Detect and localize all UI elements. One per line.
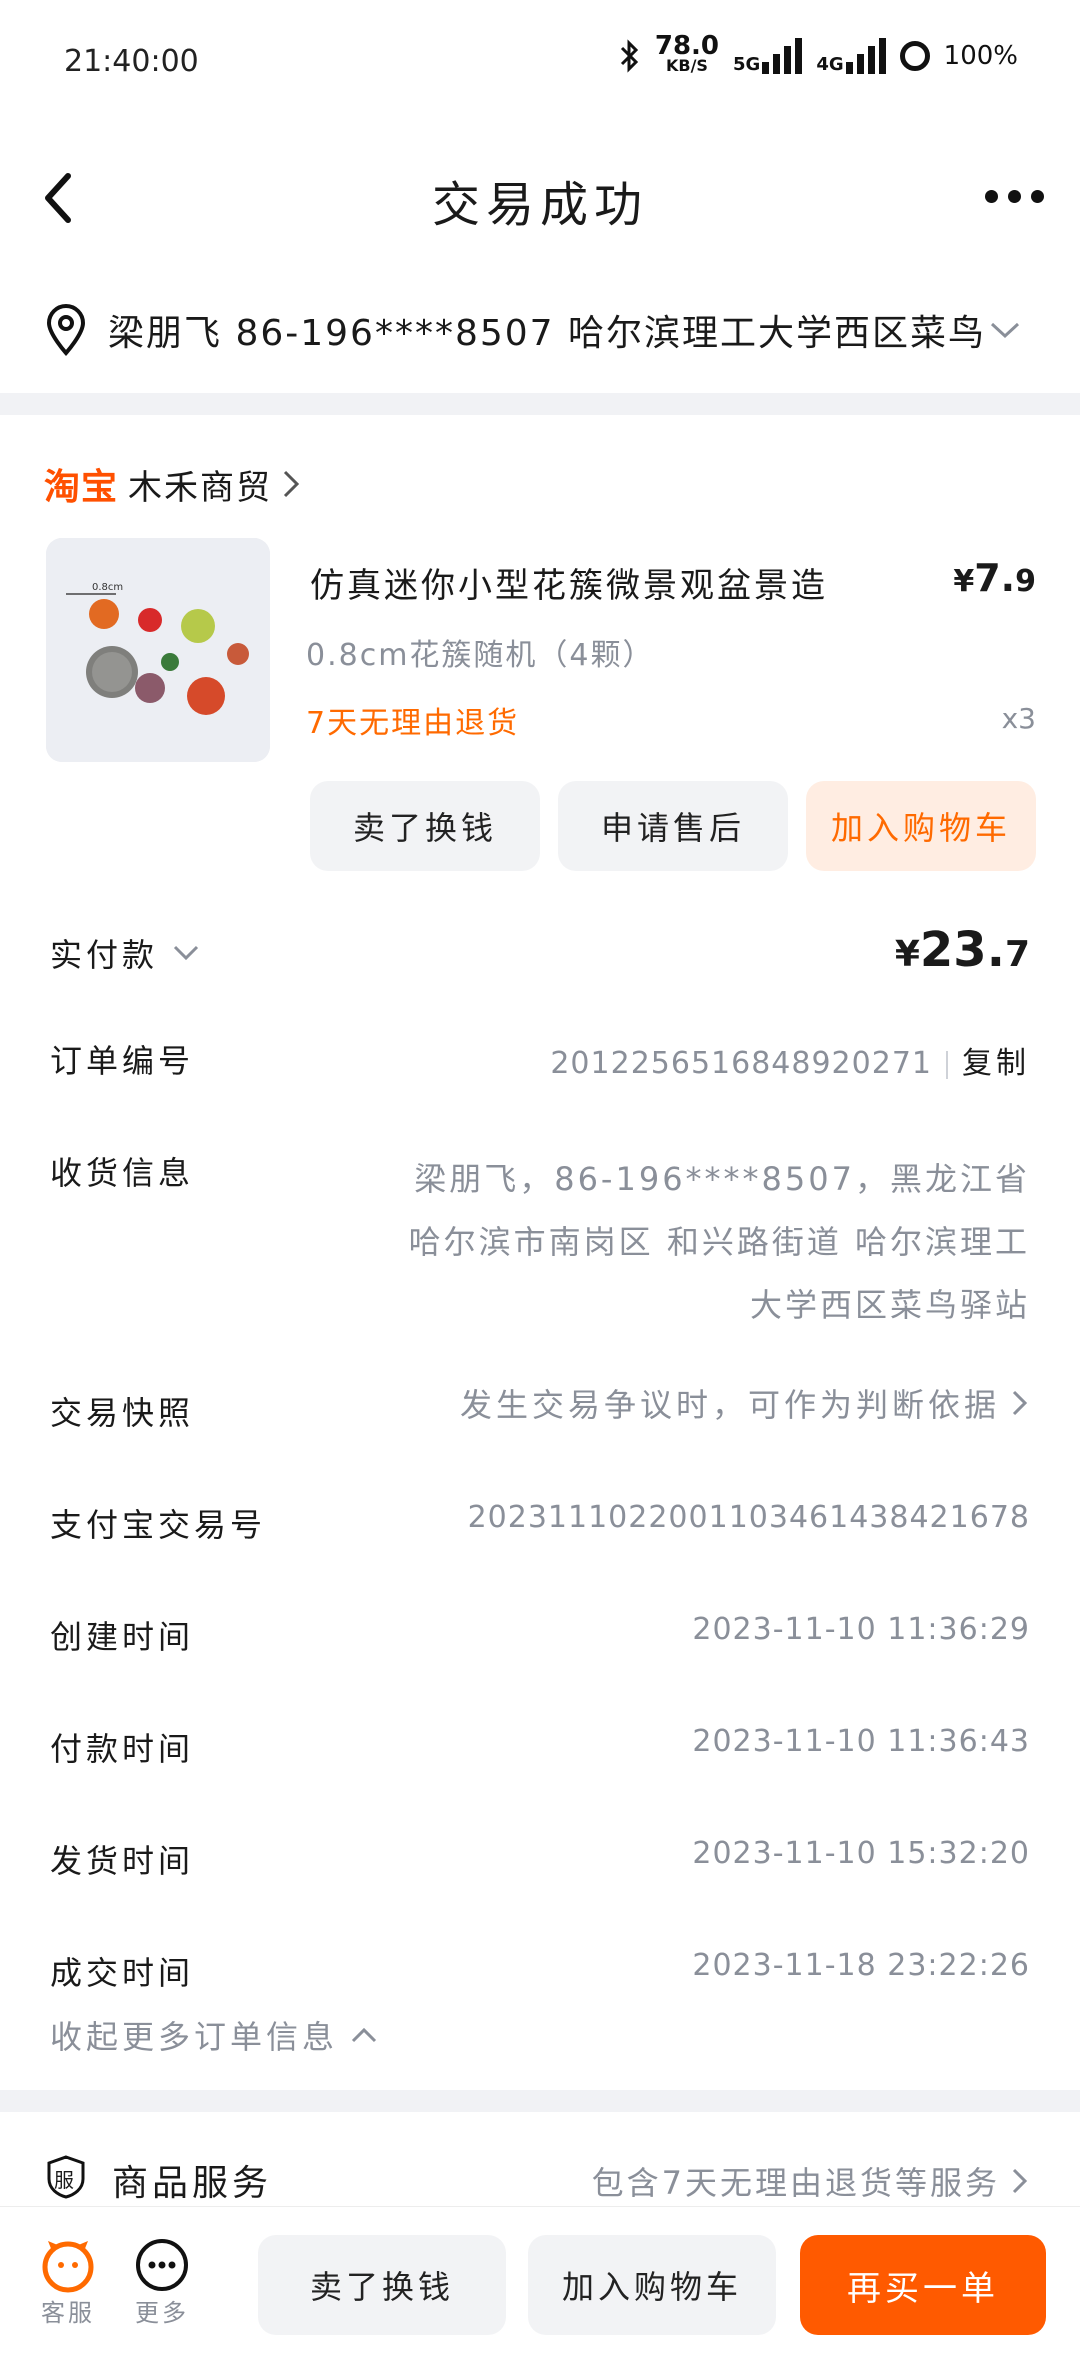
address-text: 梁朋飞 86-196****8507 哈尔滨理工大学西区菜鸟… [108, 313, 988, 354]
snapshot-label: 交易快照 [50, 1394, 195, 1432]
bottom-sell-button[interactable]: 卖了换钱 [258, 2235, 506, 2335]
customer-service-icon [42, 2241, 94, 2293]
return-policy-tag: 7天无理由退货 [306, 706, 520, 741]
customer-service-label: 客服 [41, 2299, 95, 2327]
shipping-label: 收货信息 [50, 1154, 195, 1192]
page-title: 交易成功 [431, 177, 648, 233]
paid-time-value: 2023-11-10 11:36:43 [692, 1724, 1030, 1759]
location-pin-icon [46, 304, 86, 356]
store-name: 木禾商贸 [128, 467, 273, 508]
thumb-scale-label: 0.8cm [92, 582, 124, 593]
customer-service-button[interactable]: 客服 [40, 2237, 96, 2328]
bottom-add-to-cart-button[interactable]: 加入购物车 [528, 2235, 776, 2335]
deal-time-label: 成交时间 [50, 1954, 195, 1992]
sell-button[interactable]: 卖了换钱 [310, 781, 540, 871]
service-shield-icon: 服 [46, 2155, 86, 2199]
product-thumbnail[interactable]: 0.8cm [46, 538, 270, 762]
battery-level: 100% [943, 41, 1018, 71]
product-spec: 0.8cm花簇随机（4颗） [306, 638, 655, 673]
service-title: 商品服务 [112, 2163, 273, 2204]
alipay-value: 2023111022001103461438421678 [467, 1500, 1030, 1535]
signal-bars-icon [762, 38, 803, 74]
paid-time-label: 付款时间 [50, 1730, 195, 1768]
product-image [46, 538, 270, 762]
created-time-label: 创建时间 [50, 1618, 195, 1656]
chevron-right-icon [1012, 1390, 1028, 1416]
taobao-logo: 淘宝 [44, 467, 119, 508]
service-value: 包含7天无理由退货等服务 [591, 2164, 1000, 2202]
paid-amount: ¥23.7 [894, 922, 1030, 978]
chevron-right-icon [1012, 2168, 1028, 2194]
bottom-action-bar: 客服 更多 卖了换钱 加入购物车 再买一单 [0, 2206, 1080, 2377]
section-divider [0, 393, 1080, 415]
battery-icon [899, 41, 930, 71]
chevron-up-icon [351, 2027, 377, 2043]
signal-bars-icon [845, 38, 886, 74]
signal-5g: 5G [733, 38, 803, 74]
deal-time-value: 2023-11-18 23:22:26 [692, 1948, 1030, 1983]
more-button[interactable]: 更多 [134, 2237, 190, 2328]
status-icons: 78.0 KB/S 5G 4G 100% [619, 31, 1018, 76]
snapshot-row[interactable]: 发生交易争议时，可作为判断依据 [460, 1380, 1030, 1426]
store-row[interactable]: 淘宝 木禾商贸 [44, 458, 302, 510]
more-label: 更多 [135, 2299, 189, 2327]
order-number: 2012256516848920271 [550, 1046, 932, 1081]
more-menu-icon[interactable] [985, 190, 1044, 203]
order-number-row: 2012256516848920271 复制 [550, 1038, 1030, 1082]
service-row[interactable]: 包含7天无理由退货等服务 [592, 2158, 1030, 2204]
collapse-label: 收起更多订单信息 [50, 2018, 339, 2056]
bluetooth-icon [620, 39, 638, 73]
product-price: ¥7.9 [953, 556, 1036, 600]
snapshot-value: 发生交易争议时，可作为判断依据 [459, 1386, 1000, 1424]
status-time: 21:40:00 [64, 44, 199, 79]
product-title[interactable]: 仿真迷你小型花簇微景观盆景造 [310, 558, 828, 607]
after-sale-button[interactable]: 申请售后 [558, 781, 788, 871]
chevron-down-icon [990, 322, 1020, 339]
chevron-right-icon [283, 470, 300, 498]
buy-again-button[interactable]: 再买一单 [800, 2235, 1046, 2335]
collapse-order-info-button[interactable]: 收起更多订单信息 [50, 2012, 378, 2058]
shipping-value: 梁朋飞，86-196****8507，黑龙江省哈尔滨市南岗区 和兴路街道 哈尔滨… [408, 1160, 1030, 1324]
signal-4g: 4G [816, 38, 886, 74]
more-circle-icon [136, 2239, 188, 2291]
created-time-value: 2023-11-10 11:36:29 [692, 1612, 1030, 1647]
shipped-time-value: 2023-11-10 15:32:20 [692, 1836, 1030, 1871]
alipay-label: 支付宝交易号 [50, 1506, 267, 1544]
product-quantity: x3 [1001, 702, 1036, 735]
section-divider [0, 2090, 1080, 2112]
net-speed: 78.0 KB/S [654, 31, 720, 75]
address-bar[interactable]: 梁朋飞 86-196****8507 哈尔滨理工大学西区菜鸟… [44, 295, 1044, 365]
shipped-time-label: 发货时间 [50, 1842, 195, 1880]
paid-label: 实付款 [50, 936, 159, 974]
paid-amount-row[interactable]: 实付款 [50, 930, 200, 976]
add-to-cart-button[interactable]: 加入购物车 [806, 781, 1036, 871]
copy-button[interactable]: 复制 [962, 1046, 1030, 1081]
order-number-label: 订单编号 [50, 1042, 195, 1080]
chevron-down-icon [173, 945, 199, 961]
